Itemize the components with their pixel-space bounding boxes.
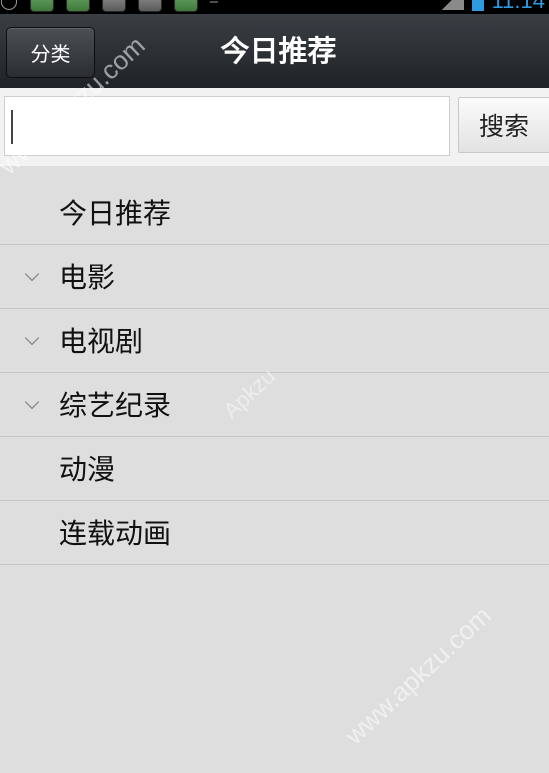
category-item-label: 连载动画 bbox=[59, 517, 172, 550]
category-item-label: 动漫 bbox=[59, 453, 116, 486]
category-item-label: 电视剧 bbox=[59, 325, 144, 358]
notification-icons: ◯ ⎯ bbox=[0, 0, 218, 12]
watermark: www.apkzu.com bbox=[338, 600, 497, 751]
category-item-anime[interactable]: 动漫 bbox=[0, 437, 549, 501]
search-input[interactable] bbox=[4, 96, 450, 156]
clock-time: 11:14 bbox=[491, 0, 545, 13]
category-item-label: 电影 bbox=[59, 261, 116, 294]
download-icon: ⎯ bbox=[209, 0, 218, 10]
category-item-serial-animation[interactable]: 连载动画 bbox=[0, 501, 549, 565]
app-notification-icon bbox=[173, 0, 198, 12]
search-button[interactable]: 搜索 bbox=[458, 97, 549, 153]
action-bar: 今日推荐 分类 bbox=[0, 14, 549, 89]
category-item-variety-documentary[interactable]: 综艺纪录 bbox=[0, 373, 549, 437]
message-notification-icon bbox=[101, 0, 126, 12]
message-notification-icon bbox=[137, 0, 162, 12]
app-notification-icon bbox=[65, 0, 90, 12]
chevron-down-icon bbox=[24, 330, 40, 346]
chevron-down-icon bbox=[24, 266, 40, 282]
signal-icon bbox=[437, 0, 464, 10]
category-item-today[interactable]: 今日推荐 bbox=[0, 166, 549, 245]
category-list: 今日推荐 电影 电视剧 综艺纪录 动漫 连载动画 bbox=[0, 166, 549, 565]
chevron-down-icon bbox=[24, 394, 40, 410]
search-icon: ◯ bbox=[0, 0, 18, 10]
app-screen: ◯ ⎯ 11:14 今日推荐 分类 搜索 今日推荐 电影 电视剧 综艺纪录 动漫… bbox=[0, 0, 549, 773]
app-notification-icon bbox=[29, 0, 54, 12]
battery-icon bbox=[471, 0, 484, 11]
category-button[interactable]: 分类 bbox=[6, 27, 95, 78]
category-item-label: 今日推荐 bbox=[59, 197, 172, 230]
category-item-label: 综艺纪录 bbox=[59, 389, 172, 422]
search-bar: 搜索 bbox=[0, 88, 549, 166]
category-item-movies[interactable]: 电影 bbox=[0, 245, 549, 309]
category-item-tv-series[interactable]: 电视剧 bbox=[0, 309, 549, 373]
text-cursor bbox=[11, 110, 13, 144]
system-status: 11:14 bbox=[437, 0, 545, 13]
status-bar: ◯ ⎯ 11:14 bbox=[0, 0, 549, 14]
